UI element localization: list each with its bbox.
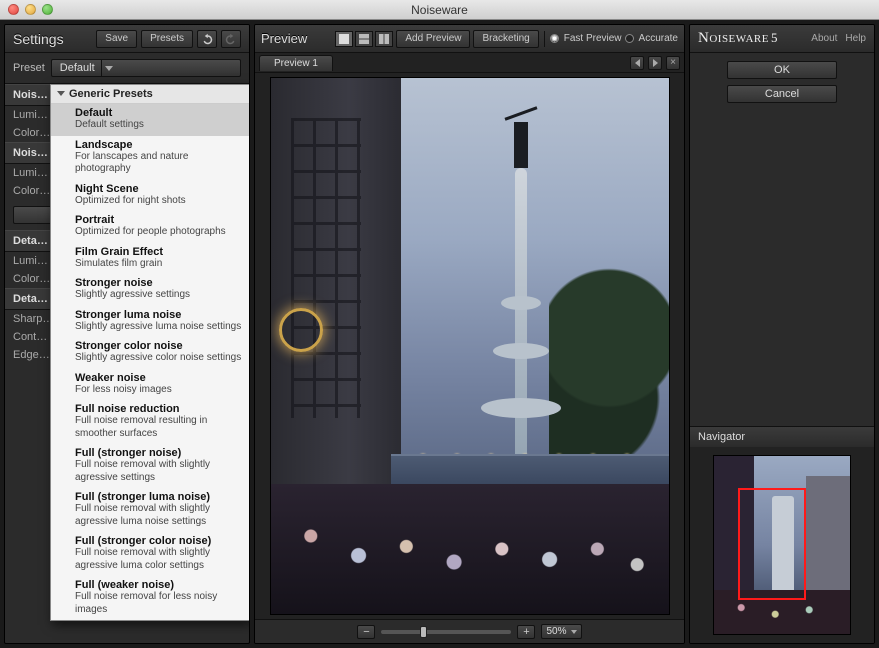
- preset-item[interactable]: PortraitOptimized for people photographs: [51, 211, 250, 243]
- tab-close-button[interactable]: ×: [666, 56, 680, 70]
- preset-group-header[interactable]: Generic Presets: [51, 85, 250, 104]
- redo-button[interactable]: [221, 30, 241, 48]
- view-mode-single[interactable]: [335, 31, 353, 47]
- preset-item[interactable]: Full (stronger color noise)Full noise re…: [51, 532, 250, 576]
- preset-item[interactable]: Stronger color noiseSlightly agressive c…: [51, 337, 250, 369]
- preset-item-name: Full (stronger noise): [75, 447, 242, 459]
- preset-item[interactable]: Full (stronger noise)Full noise removal …: [51, 444, 250, 488]
- preset-item-name: Full noise reduction: [75, 403, 242, 415]
- zoom-slider-thumb[interactable]: [420, 626, 427, 638]
- presets-button[interactable]: Presets: [141, 30, 193, 48]
- preset-item-name: Film Grain Effect: [75, 246, 242, 258]
- navigator-panel: Navigator: [690, 426, 874, 643]
- preset-item-desc: Slightly agressive luma noise settings: [75, 321, 242, 334]
- window-minimize-button[interactable]: [25, 4, 36, 15]
- tab-next-button[interactable]: [648, 56, 662, 70]
- preset-item[interactable]: Full (stronger luma noise)Full noise rem…: [51, 488, 250, 532]
- fast-preview-radio[interactable]: Fast Preview: [550, 33, 622, 44]
- about-link[interactable]: About: [811, 33, 837, 44]
- zoom-bar: − + 50%: [255, 619, 684, 643]
- preset-item[interactable]: Full noise reductionFull noise removal r…: [51, 400, 250, 444]
- chevron-down-icon: [571, 630, 577, 634]
- preview-panel: Preview Add Preview Bracketing Fast Prev…: [254, 24, 685, 644]
- navigator-thumbnail[interactable]: [713, 455, 851, 635]
- preview-title: Preview: [261, 31, 307, 46]
- undo-button[interactable]: [197, 30, 217, 48]
- view-mode-group: [335, 31, 393, 47]
- zoom-out-button[interactable]: −: [357, 625, 375, 639]
- preset-menu: Generic Presets DefaultDefault settingsL…: [50, 84, 250, 621]
- preset-label: Preset: [13, 62, 45, 74]
- bracketing-button[interactable]: Bracketing: [473, 30, 538, 48]
- preset-item-desc: Optimized for people photographs: [75, 226, 242, 239]
- preset-item-desc: Default settings: [75, 119, 242, 132]
- preset-item[interactable]: Film Grain EffectSimulates film grain: [51, 243, 250, 275]
- tab-prev-button[interactable]: [630, 56, 644, 70]
- accurate-radio[interactable]: Accurate: [625, 33, 678, 44]
- mac-titlebar: Noiseware: [0, 0, 879, 20]
- save-button[interactable]: Save: [96, 30, 137, 48]
- separator: [544, 31, 545, 47]
- preset-item-name: Portrait: [75, 214, 242, 226]
- navigator-title: Navigator: [690, 427, 874, 447]
- preset-item[interactable]: DefaultDefault settings: [51, 104, 250, 136]
- zoom-value: 50%: [546, 626, 566, 637]
- zoom-in-button[interactable]: +: [517, 625, 535, 639]
- preset-item-name: Landscape: [75, 139, 242, 151]
- view-mode-split-v[interactable]: [375, 31, 393, 47]
- add-preview-button[interactable]: Add Preview: [396, 30, 470, 48]
- help-link[interactable]: Help: [845, 33, 866, 44]
- preset-item-name: Full (weaker noise): [75, 579, 242, 591]
- settings-title: Settings: [13, 31, 64, 47]
- preset-item-name: Stronger color noise: [75, 340, 242, 352]
- preset-item-name: Stronger luma noise: [75, 309, 242, 321]
- preview-image-area[interactable]: [255, 73, 684, 619]
- preset-item-name: Default: [75, 107, 242, 119]
- window-title: Noiseware: [0, 3, 879, 17]
- window-zoom-button[interactable]: [42, 4, 53, 15]
- cancel-button[interactable]: Cancel: [727, 85, 837, 103]
- preset-item[interactable]: Full (weaker noise)Full noise removal fo…: [51, 576, 250, 620]
- navigator-viewport-rect[interactable]: [738, 488, 806, 600]
- preset-item-desc: Full noise removal resulting in smoother…: [75, 415, 242, 440]
- chevron-down-icon: [105, 66, 113, 71]
- preview-image: [270, 77, 670, 615]
- preset-item-desc: For less noisy images: [75, 384, 242, 397]
- preset-item-desc: Full noise removal with slightly agressi…: [75, 459, 242, 484]
- preset-item[interactable]: Stronger noiseSlightly agressive setting…: [51, 274, 250, 306]
- window-close-button[interactable]: [8, 4, 19, 15]
- preset-item[interactable]: Weaker noiseFor less noisy images: [51, 369, 250, 401]
- view-mode-split-h[interactable]: [355, 31, 373, 47]
- preset-item-desc: Simulates film grain: [75, 258, 242, 271]
- right-panel: Noiseware 5 About Help OK Cancel Navigat…: [689, 24, 875, 644]
- preset-item[interactable]: Night SceneOptimized for night shots: [51, 180, 250, 212]
- zoom-slider[interactable]: [381, 630, 511, 634]
- preset-item-desc: Full noise removal with slightly agressi…: [75, 547, 242, 572]
- preset-item[interactable]: LandscapeFor lanscapes and nature photog…: [51, 136, 250, 180]
- fast-preview-label: Fast Preview: [564, 33, 622, 44]
- accurate-label: Accurate: [639, 33, 678, 44]
- radio-dot-icon: [625, 34, 634, 43]
- preset-item-desc: Optimized for night shots: [75, 195, 242, 208]
- preview-tab[interactable]: Preview 1: [259, 55, 333, 71]
- settings-panel: Settings Save Presets Preset Default Noi…: [4, 24, 250, 644]
- preset-item-name: Stronger noise: [75, 277, 242, 289]
- preset-dropdown[interactable]: Default: [51, 59, 241, 77]
- preset-item-desc: Slightly agressive color noise settings: [75, 352, 242, 365]
- preset-dropdown-value: Default: [60, 62, 95, 74]
- preset-item-name: Full (stronger luma noise): [75, 491, 242, 503]
- preset-item-desc: Slightly agressive settings: [75, 289, 242, 302]
- ok-button[interactable]: OK: [727, 61, 837, 79]
- preset-item-desc: Full noise removal with slightly agressi…: [75, 503, 242, 528]
- zoom-select[interactable]: 50%: [541, 624, 581, 639]
- preset-item[interactable]: Stronger luma noiseSlightly agressive lu…: [51, 306, 250, 338]
- radio-dot-icon: [550, 34, 559, 43]
- brand-logo: Noiseware 5: [698, 30, 778, 47]
- preset-item-name: Full (stronger color noise): [75, 535, 242, 547]
- preset-item-name: Night Scene: [75, 183, 242, 195]
- preset-item-desc: Full noise removal for less noisy images: [75, 591, 242, 616]
- preset-item-desc: For lanscapes and nature photography: [75, 151, 242, 176]
- preset-item-name: Weaker noise: [75, 372, 242, 384]
